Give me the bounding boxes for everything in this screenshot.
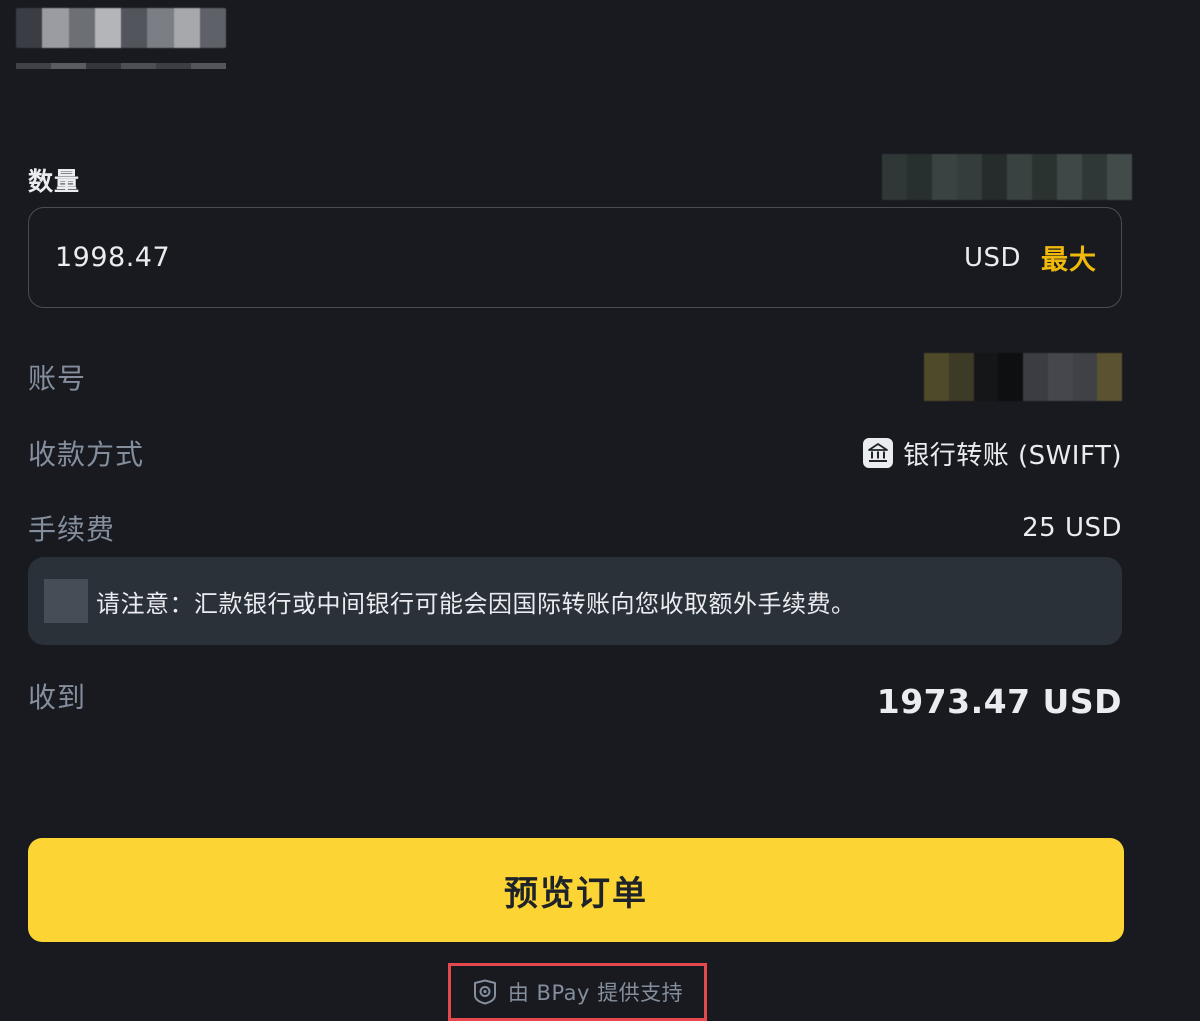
fee-notice: 请注意：汇款银行或中间银行可能会因国际转账向您收取额外手续费。	[28, 557, 1122, 645]
powered-by-footer: 由 BPay 提供支持	[448, 963, 707, 1021]
info-icon	[44, 579, 88, 623]
max-button[interactable]: 最大	[1041, 238, 1097, 277]
fee-label: 手续费	[28, 513, 116, 546]
redacted-page-subtitle	[16, 63, 226, 69]
amount-input[interactable]	[53, 241, 964, 274]
amount-label: 数量	[28, 167, 81, 196]
receive-label: 收到	[28, 681, 87, 714]
payment-method-row: 收款方式 银行转账 (SWIFT)	[28, 428, 1122, 478]
fee-row: 手续费 25 USD	[28, 503, 1122, 553]
receive-amount: 1973.47 USD	[876, 681, 1122, 721]
fee-value: 25 USD	[1022, 513, 1122, 543]
account-label: 账号	[28, 362, 87, 395]
payment-method-text: 银行转账 (SWIFT)	[903, 440, 1122, 471]
receive-row: 收到 1973.47 USD	[28, 672, 1122, 730]
payment-method-value: 银行转账 (SWIFT)	[863, 435, 1122, 472]
preview-order-button[interactable]: 预览订单	[28, 838, 1124, 942]
redacted-available-balance	[882, 154, 1132, 200]
notice-text: 请注意：汇款银行或中间银行可能会因国际转账向您收取额外手续费。	[96, 589, 856, 618]
powered-by-text: 由 BPay 提供支持	[507, 981, 684, 1005]
bank-icon	[863, 438, 894, 468]
redacted-page-title	[16, 8, 226, 48]
shield-icon	[472, 979, 498, 1005]
account-row: 账号	[28, 352, 1122, 402]
amount-field[interactable]: USD 最大	[28, 207, 1122, 308]
currency-label: USD	[963, 242, 1021, 273]
payment-method-label: 收款方式	[28, 438, 145, 471]
redacted-account-number	[924, 353, 1122, 401]
